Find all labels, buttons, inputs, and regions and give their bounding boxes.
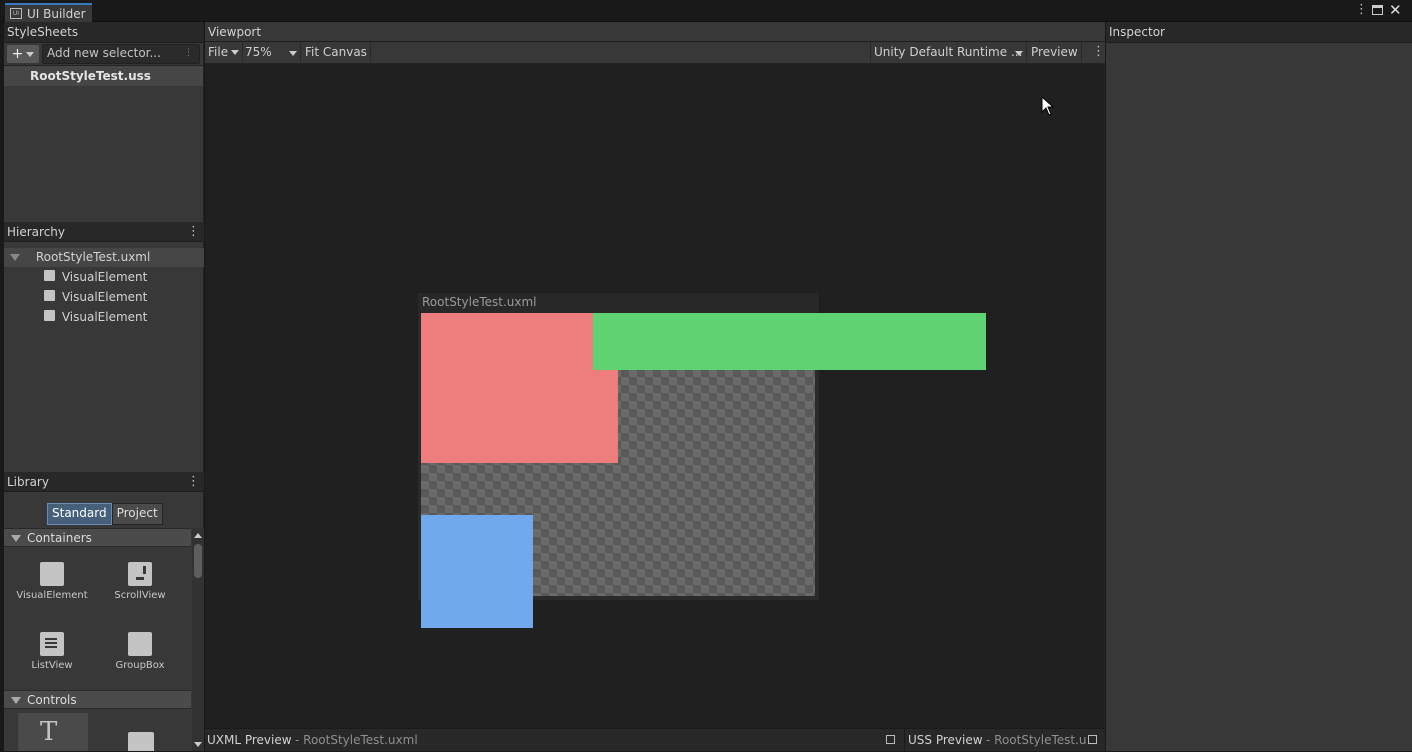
library-item-listview[interactable]: ListView: [8, 622, 96, 686]
visual-element-icon: [40, 562, 64, 586]
hierarchy-root-label: RootStyleTest.uxml: [35, 250, 151, 264]
add-selector-input[interactable]: Add new selector... ⋮: [42, 44, 200, 64]
visual-element-icon: [44, 290, 55, 301]
expand-triangle-icon: [11, 535, 21, 542]
tab-project[interactable]: Project: [111, 503, 163, 525]
green-visual-element[interactable]: [593, 313, 986, 370]
fit-canvas-button[interactable]: Fit Canvas: [302, 42, 371, 64]
viewport-pane: Viewport File 75% Fit Canvas Unity Defau…: [205, 22, 1105, 752]
scroll-up-icon[interactable]: [194, 533, 202, 538]
close-icon[interactable]: ✕: [1389, 1, 1402, 19]
uss-preview-file: - RootStyleTest.uss: [986, 733, 1086, 747]
library-item-scrollview[interactable]: ScrollView: [96, 552, 184, 616]
library-tabs: Standard Project: [47, 503, 163, 525]
scrollview-icon: [128, 562, 152, 586]
blue-visual-element[interactable]: [421, 515, 533, 628]
uxml-preview-label[interactable]: UXML Preview: [207, 733, 292, 747]
selector-row: + Add new selector... ⋮: [4, 43, 203, 66]
hierarchy-menu-icon[interactable]: ⋮: [187, 222, 200, 242]
window-titlebar: UI UI Builder ⋮ ✕: [0, 0, 1412, 22]
category-containers[interactable]: Containers: [4, 528, 191, 547]
mouse-cursor-icon: [1041, 96, 1055, 116]
stylesheet-item[interactable]: RootStyleTest.uss: [4, 66, 203, 86]
expand-triangle-icon[interactable]: [10, 254, 20, 261]
chevron-down-icon: [231, 50, 240, 55]
groupbox-icon: [128, 632, 152, 656]
hierarchy-item[interactable]: VisualElement: [44, 310, 147, 328]
inspector-pane: Inspector: [1106, 22, 1412, 751]
red-visual-element[interactable]: [421, 313, 618, 463]
hierarchy-header: Hierarchy ⋮: [4, 222, 204, 242]
theme-dropdown[interactable]: Unity Default Runtime ...: [870, 42, 1027, 64]
button-control-icon[interactable]: [128, 732, 154, 751]
left-pane: StyleSheets + Add new selector... ⋮ Root…: [4, 22, 204, 751]
library-scrollbar[interactable]: [192, 528, 204, 751]
window-tab[interactable]: UI UI Builder: [5, 3, 92, 22]
tab-standard[interactable]: Standard: [47, 503, 112, 525]
library-header: Library ⋮: [4, 472, 204, 492]
window-tab-title: UI Builder: [27, 6, 86, 21]
hierarchy-item[interactable]: VisualElement: [44, 270, 147, 288]
hierarchy-root-row[interactable]: RootStyleTest.uxml: [4, 248, 204, 267]
ui-builder-icon: UI: [10, 8, 22, 19]
window-menu-icon[interactable]: ⋮: [1355, 2, 1368, 17]
hierarchy-item[interactable]: VisualElement: [44, 290, 147, 308]
preview-bar: UXML Preview - RootStyleTest.uxml USS Pr…: [205, 728, 1105, 752]
library-item-label[interactable]: T: [18, 713, 88, 751]
open-external-icon[interactable]: [886, 735, 895, 744]
library-menu-icon[interactable]: ⋮: [187, 472, 200, 492]
maximize-icon[interactable]: [1372, 5, 1383, 15]
open-external-icon[interactable]: [1088, 735, 1097, 744]
hierarchy-title: Hierarchy: [7, 225, 66, 239]
viewport-toolbar: File 75% Fit Canvas Unity Default Runtim…: [205, 42, 1105, 64]
plus-icon: +: [11, 46, 24, 62]
listview-icon: [40, 632, 64, 656]
library-title: Library: [7, 475, 49, 489]
add-stylesheet-button[interactable]: +: [7, 45, 39, 63]
divider: [904, 729, 905, 752]
uss-preview-label[interactable]: USS Preview: [908, 733, 983, 747]
text-icon: T: [40, 717, 58, 747]
selector-placeholder: Add new selector...: [47, 46, 161, 60]
library-item-groupbox[interactable]: GroupBox: [96, 622, 184, 686]
stylesheets-header: StyleSheets: [4, 22, 203, 43]
viewport-header: Viewport: [205, 22, 1105, 42]
chevron-down-icon: [289, 51, 297, 56]
viewport-menu-icon[interactable]: ⋮: [1092, 44, 1105, 59]
file-menu-button[interactable]: File: [205, 42, 244, 64]
uxml-preview-file: - RootStyleTest.uxml: [295, 733, 418, 747]
more-icon[interactable]: ⋮: [184, 45, 193, 61]
library-item-visualelement[interactable]: VisualElement: [8, 552, 96, 616]
inspector-header: Inspector: [1106, 22, 1412, 43]
canvas-title[interactable]: RootStyleTest.uxml: [418, 293, 819, 313]
preview-button[interactable]: Preview: [1028, 42, 1082, 64]
chevron-down-icon: [1015, 51, 1023, 56]
chevron-down-icon: [26, 51, 35, 57]
category-controls[interactable]: Controls: [4, 690, 191, 709]
scroll-down-icon[interactable]: [194, 742, 202, 747]
expand-triangle-icon: [11, 697, 21, 704]
visual-element-icon: [44, 270, 55, 281]
zoom-dropdown[interactable]: 75%: [242, 42, 301, 64]
visual-element-icon: [44, 310, 55, 321]
scrollbar-thumb[interactable]: [194, 544, 202, 578]
